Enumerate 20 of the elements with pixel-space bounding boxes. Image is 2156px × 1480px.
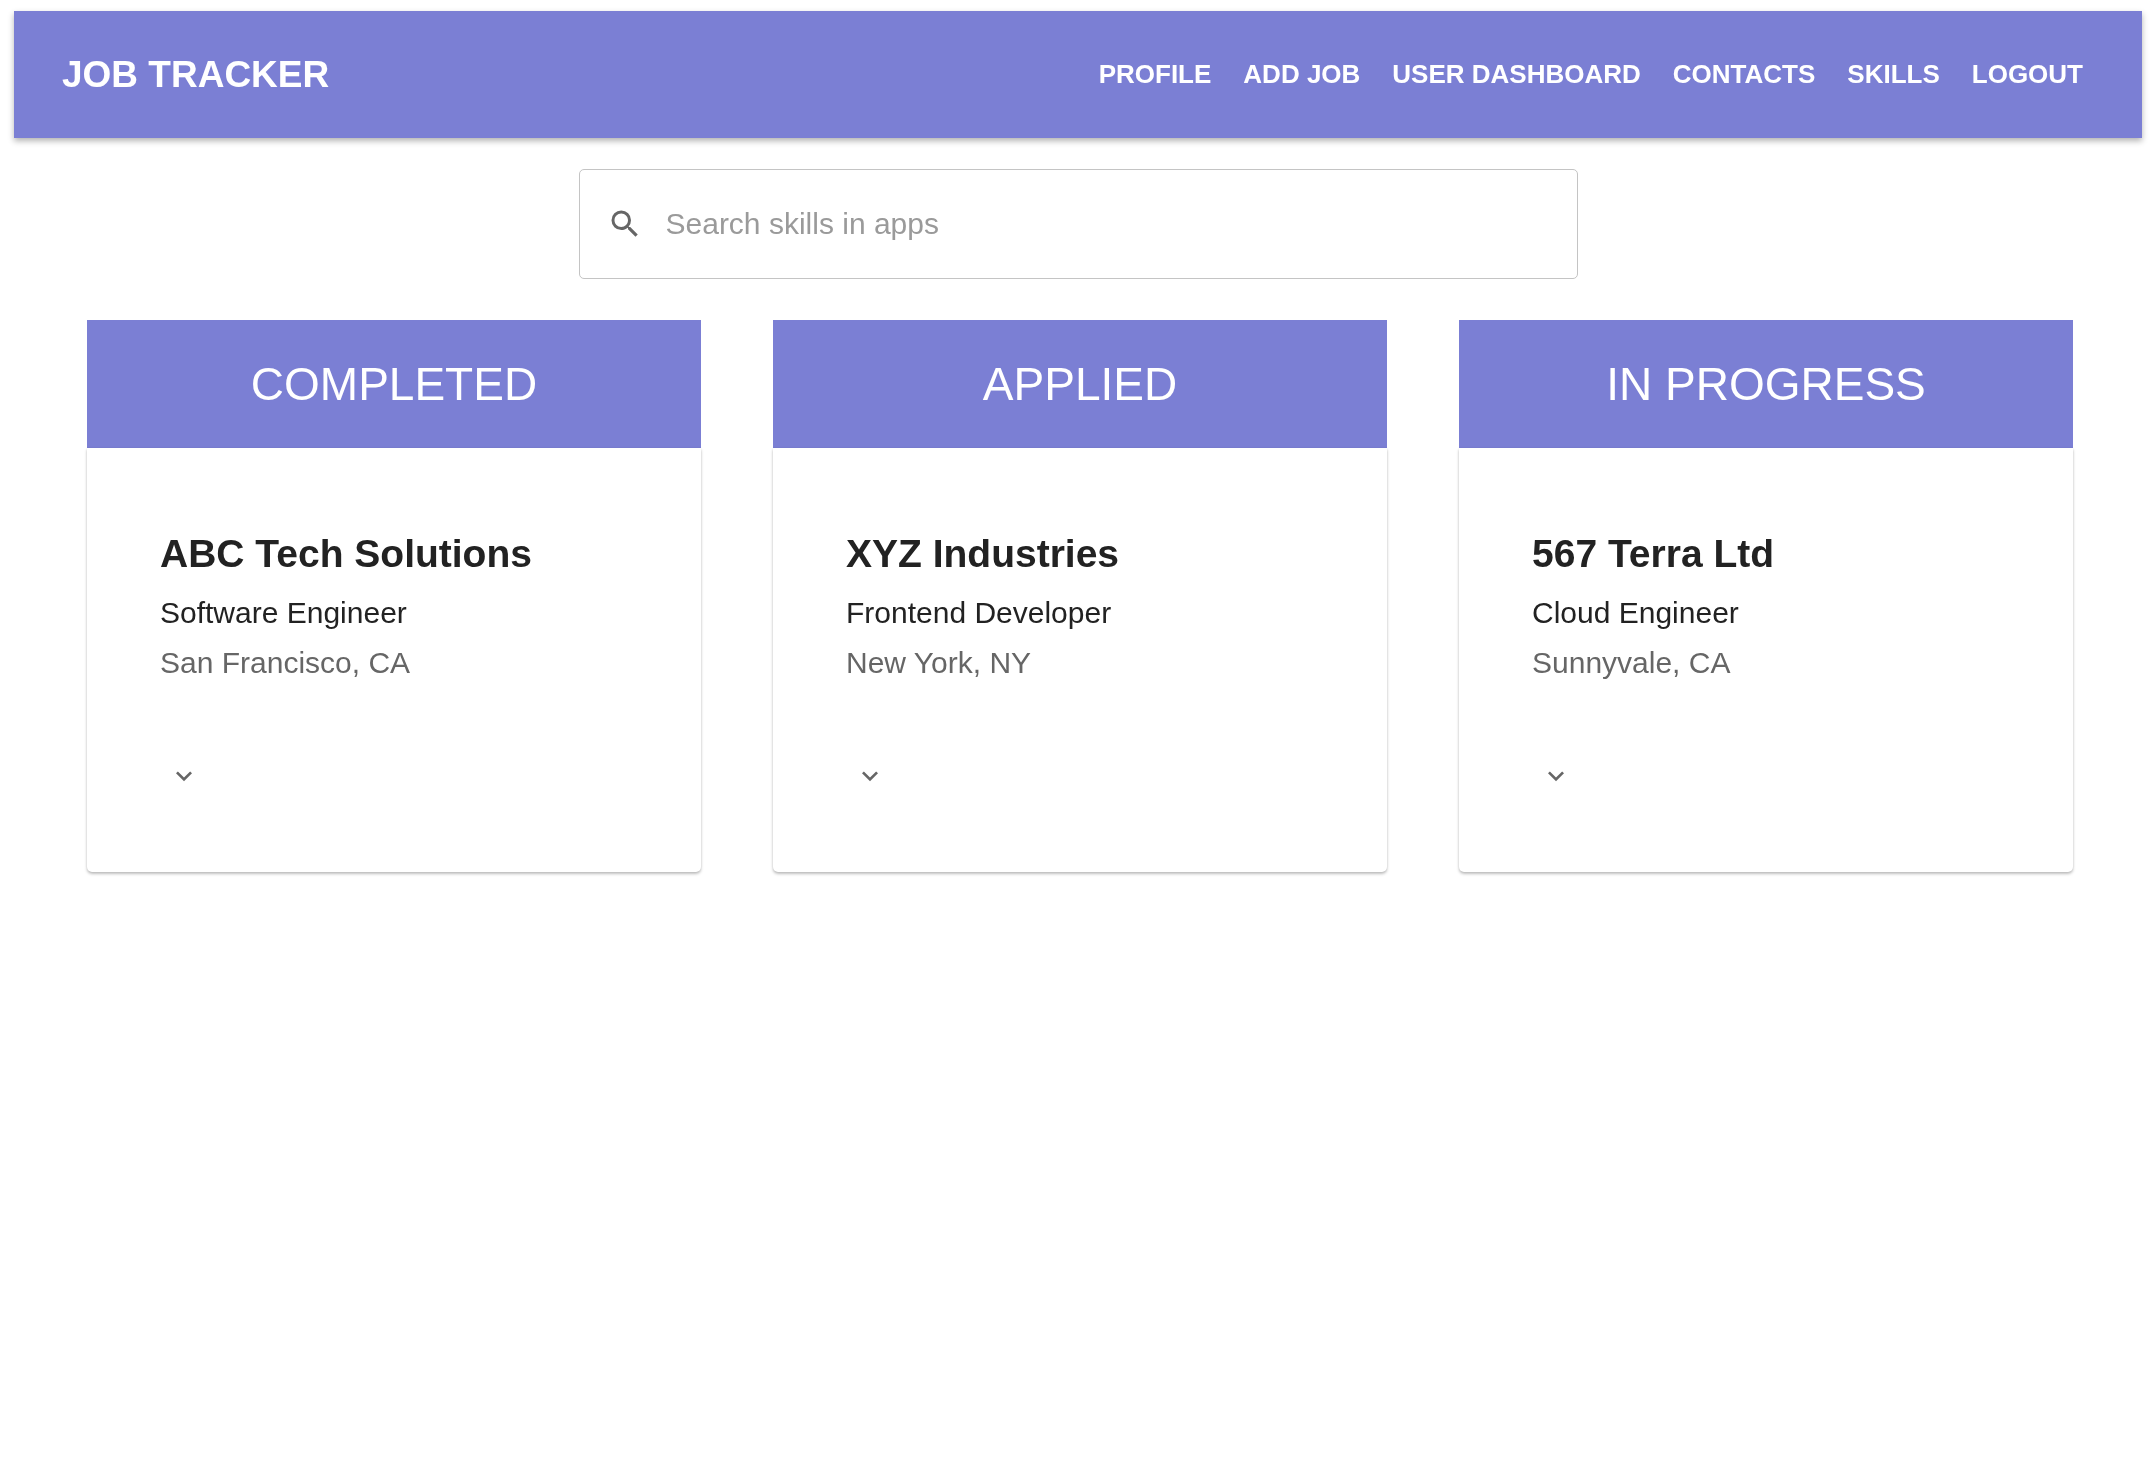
job-location: San Francisco, CA (160, 646, 411, 680)
nav-link[interactable]: CONTACTS (1659, 49, 1829, 100)
column-header: APPLIED (773, 320, 1387, 448)
nav-link[interactable]: SKILLS (1834, 49, 1953, 100)
job-location: New York, NY (846, 646, 1032, 680)
nav-link[interactable]: PROFILE (1085, 49, 1225, 100)
column-header: COMPLETED (87, 320, 701, 448)
search-field[interactable]: Search skills in apps (578, 169, 1578, 279)
nav-link[interactable]: USER DASHBOARD (1379, 49, 1654, 100)
app-title: JOB TRACKER (62, 53, 330, 96)
column-header: IN PROGRESS (1459, 320, 2073, 448)
company-name: 567 Terra Ltd (1532, 532, 1775, 576)
nav-link[interactable]: ADD JOB (1230, 49, 1374, 100)
job-role: Cloud Engineer (1532, 596, 1739, 630)
job-role: Frontend Developer (846, 596, 1112, 630)
job-role: Software Engineer (160, 596, 407, 630)
job-location: Sunnyvale, CA (1532, 646, 1731, 680)
nav-link[interactable]: LOGOUT (1958, 49, 2096, 100)
company-name: XYZ Industries (846, 532, 1120, 576)
company-name: ABC Tech Solutions (160, 532, 532, 576)
